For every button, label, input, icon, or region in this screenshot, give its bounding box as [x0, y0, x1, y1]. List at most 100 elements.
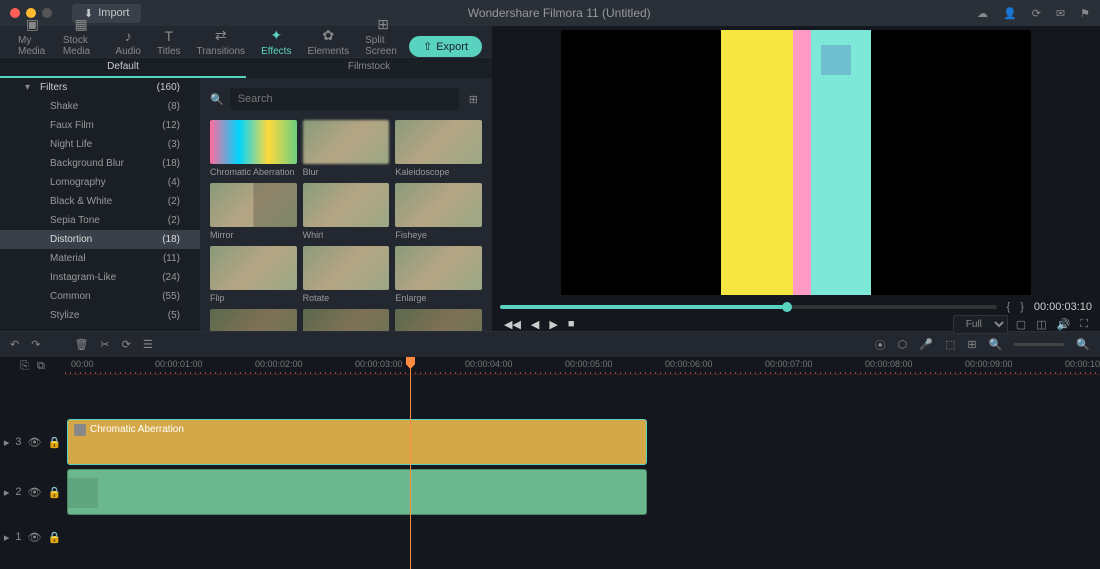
effect-fisheye[interactable]: Fisheye	[395, 183, 482, 240]
sidebar-item-label: Lomography	[50, 177, 106, 188]
volume-icon[interactable]: 🔊	[1057, 318, 1071, 331]
effect-water-ripple[interactable]: Water Ripple	[395, 309, 482, 331]
tab-my-media[interactable]: ▣My Media	[10, 16, 55, 57]
marker-button[interactable]: ⬡	[898, 338, 908, 351]
tab-elements[interactable]: ✿Elements	[299, 27, 357, 57]
redo-button[interactable]: ↷	[31, 338, 40, 351]
compare-icon[interactable]: ◫	[1036, 318, 1046, 331]
zoom-in-button[interactable]: 🔍	[1076, 338, 1090, 351]
cloud-icon[interactable]: ☁	[977, 7, 988, 20]
sidebar-header[interactable]: ▾ Filters (160)	[0, 78, 200, 97]
effect-flip[interactable]: Flip	[210, 246, 297, 303]
tab-transitions[interactable]: ⇄Transitions	[189, 27, 254, 57]
track-type-icon[interactable]: ▸	[4, 486, 10, 499]
zoom-out-button[interactable]: 🔍	[989, 338, 1003, 351]
sidebar-item-faux-film[interactable]: Faux Film(12)	[0, 116, 200, 135]
adjust-button[interactable]: ⊞	[967, 338, 976, 351]
speed-button[interactable]: ⟳	[122, 338, 131, 351]
time-ruler[interactable]: 00:0000:00:01:0000:00:02:0000:00:03:0000…	[65, 357, 1100, 375]
track-type-icon[interactable]: ▸	[4, 531, 10, 544]
record-button[interactable]: ⦿	[875, 337, 886, 353]
tab-split-screen[interactable]: ⊞Split Screen	[357, 16, 409, 57]
cut-button[interactable]: ✂	[100, 338, 109, 351]
fullscreen-icon[interactable]: ⛶	[1080, 318, 1088, 331]
sidebar-item-label: Background Blur	[50, 158, 124, 169]
media-tabs: ▣My Media▦Stock Media♪AudioTTitles⇄Trans…	[0, 26, 492, 58]
effect-clip[interactable]: Chromatic Aberration	[67, 419, 647, 465]
undo-button[interactable]: ↶	[10, 338, 19, 351]
sidebar-item-night-life[interactable]: Night Life(3)	[0, 135, 200, 154]
tab-stock-media[interactable]: ▦Stock Media	[55, 16, 108, 57]
video-clip[interactable]	[67, 469, 647, 515]
sidebar-item-black-white[interactable]: Black & White(2)	[0, 192, 200, 211]
help-icon[interactable]: ⟳	[1032, 7, 1041, 20]
effect-chromatic-aberration[interactable]: Chromatic Aberration	[210, 120, 297, 177]
prev-frame-button[interactable]: ◀◀	[504, 318, 521, 331]
visibility-icon[interactable]: 👁	[27, 531, 41, 544]
sidebar-item-distortion[interactable]: Distortion(18)	[0, 230, 200, 249]
tab-audio[interactable]: ♪Audio	[107, 28, 149, 57]
marker-in-icon[interactable]: {	[1007, 301, 1011, 313]
effect-enlarge[interactable]: Enlarge	[395, 246, 482, 303]
lock-icon[interactable]: 🔒	[47, 486, 61, 499]
track-3[interactable]: Chromatic Aberration	[65, 417, 1100, 467]
effect-mirror[interactable]: Mirror	[210, 183, 297, 240]
marker-out-icon[interactable]: }	[1020, 301, 1024, 313]
lock-icon[interactable]: 🔒	[47, 531, 61, 544]
effect-name: Chromatic Aberration	[210, 164, 297, 177]
sidebar-item-material[interactable]: Material(11)	[0, 249, 200, 268]
scrub-handle[interactable]	[782, 302, 792, 312]
message-icon[interactable]: ✉	[1056, 7, 1065, 20]
effect-narrow[interactable]: Narrow	[303, 309, 390, 331]
play-reverse-button[interactable]: ◀	[531, 318, 539, 331]
track-type-icon[interactable]: ▸	[4, 436, 10, 449]
play-button[interactable]: ▶	[549, 318, 557, 331]
subtab-default[interactable]: Default	[0, 58, 246, 78]
preview-video[interactable]	[500, 30, 1092, 295]
sidebar-item-shake[interactable]: Shake(8)	[0, 97, 200, 116]
voiceover-button[interactable]: 🎤	[919, 338, 933, 351]
visibility-icon[interactable]: 👁	[27, 486, 41, 499]
grid-view-icon[interactable]: ⊞	[465, 89, 482, 110]
timeline-tracks[interactable]: 00:0000:00:01:0000:00:02:0000:00:03:0000…	[65, 357, 1100, 569]
visibility-icon[interactable]: 👁	[27, 436, 41, 449]
time-tick: 00:00:03:00	[355, 359, 403, 369]
sidebar-item-stylize[interactable]: Stylize(5)	[0, 306, 200, 325]
copy-icon[interactable]: ⎘	[20, 360, 29, 373]
sidebar-item-common[interactable]: Common(55)	[0, 287, 200, 306]
search-input[interactable]	[230, 88, 459, 110]
effect-rotate[interactable]: Rotate	[303, 246, 390, 303]
tab-titles[interactable]: TTitles	[149, 28, 189, 57]
timeline-track-headers: ⎘ ⧉ ▸ 3 👁 🔒 ▸ 2 👁 🔒 ▸ 1 👁 🔒	[0, 357, 65, 569]
preview-controls: ◀◀ ◀ ▶ ■ Full ▢ ◫ 🔊 ⛶	[500, 315, 1092, 338]
sidebar-item-background-blur[interactable]: Background Blur(18)	[0, 154, 200, 173]
delete-button[interactable]: 🗑	[74, 338, 88, 351]
playhead[interactable]	[410, 357, 411, 569]
account-icon[interactable]: 👤	[1003, 7, 1017, 20]
lock-icon[interactable]: 🔒	[47, 436, 61, 449]
track-1[interactable]	[65, 517, 1100, 557]
effect-whirl[interactable]: Whirl	[303, 183, 390, 240]
effect-blur[interactable]: Blur	[303, 120, 390, 177]
tab-effects[interactable]: ✦Effects	[253, 27, 299, 57]
quality-dropdown[interactable]: Full	[953, 315, 1008, 334]
preview-scrubber[interactable]	[500, 305, 997, 309]
menu-button[interactable]: ☰	[143, 338, 153, 351]
effect-kaleidoscope[interactable]: Kaleidoscope	[395, 120, 482, 177]
stop-button[interactable]: ■	[568, 318, 575, 331]
effect-thumbnail	[395, 309, 482, 331]
zoom-slider[interactable]	[1014, 343, 1064, 346]
snapshot-icon[interactable]: ▢	[1016, 318, 1026, 331]
sidebar-item-lomography[interactable]: Lomography(4)	[0, 173, 200, 192]
sidebar-item-sepia-tone[interactable]: Sepia Tone(2)	[0, 211, 200, 230]
mixer-button[interactable]: ⬚	[945, 338, 955, 351]
export-button[interactable]: ⇧ Export	[409, 36, 482, 57]
link-icon[interactable]: ⧉	[37, 360, 45, 373]
track-2[interactable]	[65, 467, 1100, 517]
notification-icon[interactable]: ⚑	[1080, 7, 1090, 20]
subtab-filmstock[interactable]: Filmstock	[246, 58, 492, 78]
sidebar-item-instagram-like[interactable]: Instagram-Like(24)	[0, 268, 200, 287]
time-tick: 00:00:06:00	[665, 359, 713, 369]
effect-mirror-flip[interactable]: Mirror Flip	[210, 309, 297, 331]
video-clip-thumbs	[68, 478, 98, 508]
